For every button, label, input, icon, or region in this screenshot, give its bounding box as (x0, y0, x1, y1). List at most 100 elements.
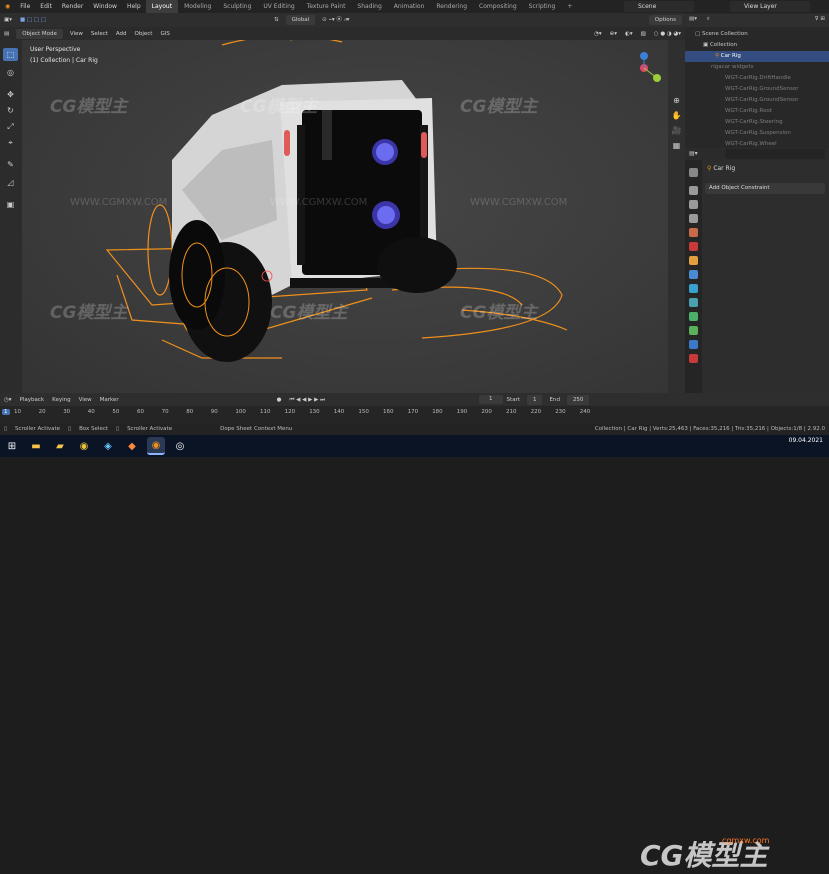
view-menu[interactable]: View (75, 393, 96, 407)
chrome-icon[interactable]: ◉ (75, 437, 93, 455)
outliner-row[interactable]: WGT-CarRig.Suspension (685, 128, 829, 139)
menu-add[interactable]: Add (112, 27, 131, 41)
current-frame-field[interactable]: 1 (479, 395, 503, 404)
select-mode-icons[interactable]: ■ □ □ □ (16, 13, 50, 27)
editor-type-icon[interactable]: ▣▾ (0, 13, 16, 27)
particles-tab-icon[interactable] (689, 284, 698, 293)
menu-file[interactable]: File (15, 0, 35, 13)
scene-selector[interactable]: Scene (624, 1, 694, 12)
keying-menu[interactable]: Keying (48, 393, 74, 407)
add-workspace-icon[interactable]: + (561, 0, 578, 13)
tab-layout[interactable]: Layout (145, 0, 179, 13)
outliner-row[interactable]: ▢ Scene Collection (685, 29, 829, 40)
tab-modeling[interactable]: Modeling (178, 0, 217, 13)
outliner-row[interactable]: WGT-CarRig.Steering (685, 117, 829, 128)
tab-scripting[interactable]: Scripting (523, 0, 562, 13)
blender-taskbar-icon[interactable]: ◉ (147, 437, 165, 455)
menu-select[interactable]: Select (87, 27, 112, 41)
record-button[interactable]: ● (273, 393, 286, 407)
camera-view-icon[interactable]: 🎥 (670, 125, 683, 137)
menu-view[interactable]: View (66, 27, 87, 41)
gizmo-toggle-icon[interactable]: ⊕▾ (606, 27, 621, 41)
outliner-row[interactable]: rigacar widgets (685, 62, 829, 73)
menu-gis[interactable]: GIS (156, 27, 173, 41)
output-tab-icon[interactable] (689, 200, 698, 209)
modifier-tab-icon[interactable] (689, 270, 698, 279)
menu-edit[interactable]: Edit (35, 0, 57, 13)
outliner-row[interactable]: ▣ Collection (685, 40, 829, 51)
move-tool-icon[interactable]: ✥ (3, 88, 18, 101)
object-data-tab-icon[interactable] (689, 326, 698, 335)
orientation-dropdown[interactable]: Global (285, 15, 316, 25)
outliner-row[interactable]: WGT-CarRig.DriftHandle (685, 73, 829, 84)
app-icon-3[interactable]: ◎ (171, 437, 189, 455)
tab-uv-editing[interactable]: UV Editing (257, 0, 300, 13)
object-tab-icon[interactable] (689, 256, 698, 265)
outliner-row[interactable]: WGT-CarRig.GroundSensor (685, 95, 829, 106)
playback-menu[interactable]: Playback (16, 393, 49, 407)
constraints-tab-icon[interactable] (689, 312, 698, 321)
world-tab-icon[interactable] (689, 242, 698, 251)
xray-icon[interactable]: ▨ (637, 27, 650, 41)
app-icon[interactable]: ◈ (99, 437, 117, 455)
tab-rendering[interactable]: Rendering (430, 0, 473, 13)
outliner-editor-icon[interactable]: ▤▾ (685, 16, 697, 22)
blender-logo-icon[interactable]: ◉ (0, 0, 15, 13)
ortho-grid-icon[interactable]: ▦ (670, 140, 683, 152)
transform-orientation-icon[interactable]: ⇅ (270, 13, 283, 27)
rotate-tool-icon[interactable]: ↻ (3, 104, 18, 117)
menu-render[interactable]: Render (57, 0, 88, 13)
tab-texture-paint[interactable]: Texture Paint (301, 0, 352, 13)
outliner-row[interactable]: WGT-CarRig.GroundSensor (685, 84, 829, 95)
timeline-ruler[interactable]: 10 20 30 40 50 60 70 80 90 100 110 120 130 140 150 160 1… (0, 406, 829, 423)
outliner-row[interactable]: WGT-CarRig.Root (685, 106, 829, 117)
properties-search-input[interactable] (725, 149, 825, 159)
overlay-toggle-icon[interactable]: ◐▾ (621, 27, 637, 41)
timeline-header: ◷▾ Playback Keying View Marker ● ⏮ ◀ ◀ ▶… (0, 393, 829, 406)
start-frame-field[interactable]: 1 (526, 394, 543, 405)
file-explorer-icon[interactable]: ▬ (27, 437, 45, 455)
cursor-tool-icon[interactable]: ◎ (3, 66, 18, 79)
tab-shading[interactable]: Shading (351, 0, 387, 13)
transform-tool-icon[interactable]: ⌖ (3, 136, 18, 149)
filter-icon[interactable]: ⊽ ⊞ (815, 14, 829, 25)
outliner-row-selected[interactable]: ⚲ Car Rig (685, 51, 829, 62)
select-box-tool-icon[interactable]: ⬚ (3, 48, 18, 61)
bone-tab-icon[interactable] (689, 340, 698, 349)
render-tab-icon[interactable] (689, 186, 698, 195)
view-layer-selector[interactable]: View Layer (730, 1, 810, 12)
marker-menu[interactable]: Marker (96, 393, 123, 407)
tab-sculpting[interactable]: Sculpting (217, 0, 257, 13)
tab-compositing[interactable]: Compositing (473, 0, 523, 13)
menu-object[interactable]: Object (131, 27, 157, 41)
windows-start-icon[interactable]: ⊞ (3, 437, 21, 455)
add-cube-tool-icon[interactable]: ▣ (3, 198, 18, 211)
add-constraint-dropdown[interactable]: Add Object Constraint (705, 183, 825, 194)
visibility-icon[interactable]: ◔▾ (590, 27, 606, 41)
tab-animation[interactable]: Animation (388, 0, 431, 13)
texture-tab-icon[interactable] (689, 354, 698, 363)
tool-tab-icon[interactable] (689, 168, 698, 177)
menu-help[interactable]: Help (122, 0, 146, 13)
menu-window[interactable]: Window (88, 0, 122, 13)
playhead-frame[interactable]: 1 (2, 409, 10, 415)
pivot-icon[interactable]: ⊙ ⌁▾ ⦿ ⩘▾ (318, 13, 353, 27)
folder-icon[interactable]: ▰ (51, 437, 69, 455)
playback-controls[interactable]: ⏮ ◀ ◀ ▶ ▶ ⏭ (285, 393, 329, 407)
outliner-search-icon[interactable]: ⌕ (699, 16, 710, 22)
options-dropdown[interactable]: Options (648, 15, 682, 25)
mode-dropdown[interactable]: Object Mode (16, 28, 63, 39)
scene-tab-icon[interactable] (689, 228, 698, 237)
pan-hand-icon[interactable]: ✋ (670, 110, 683, 122)
timeline-editor-icon[interactable]: ◷▾ (0, 393, 16, 407)
shading-modes-icon[interactable]: ○ ● ◑ ◕▾ (650, 27, 685, 41)
app-icon-2[interactable]: ◆ (123, 437, 141, 455)
physics-tab-icon[interactable] (689, 298, 698, 307)
end-frame-field[interactable]: 250 (566, 394, 590, 405)
zoom-icon[interactable]: ⊕ (670, 95, 683, 107)
annotate-tool-icon[interactable]: ✎ (3, 158, 18, 171)
view-layer-tab-icon[interactable] (689, 214, 698, 223)
scale-tool-icon[interactable]: ⤢ (3, 120, 18, 133)
measure-tool-icon[interactable]: ◿ (3, 176, 18, 189)
properties-editor-icon[interactable]: ▤▾ (689, 150, 698, 157)
